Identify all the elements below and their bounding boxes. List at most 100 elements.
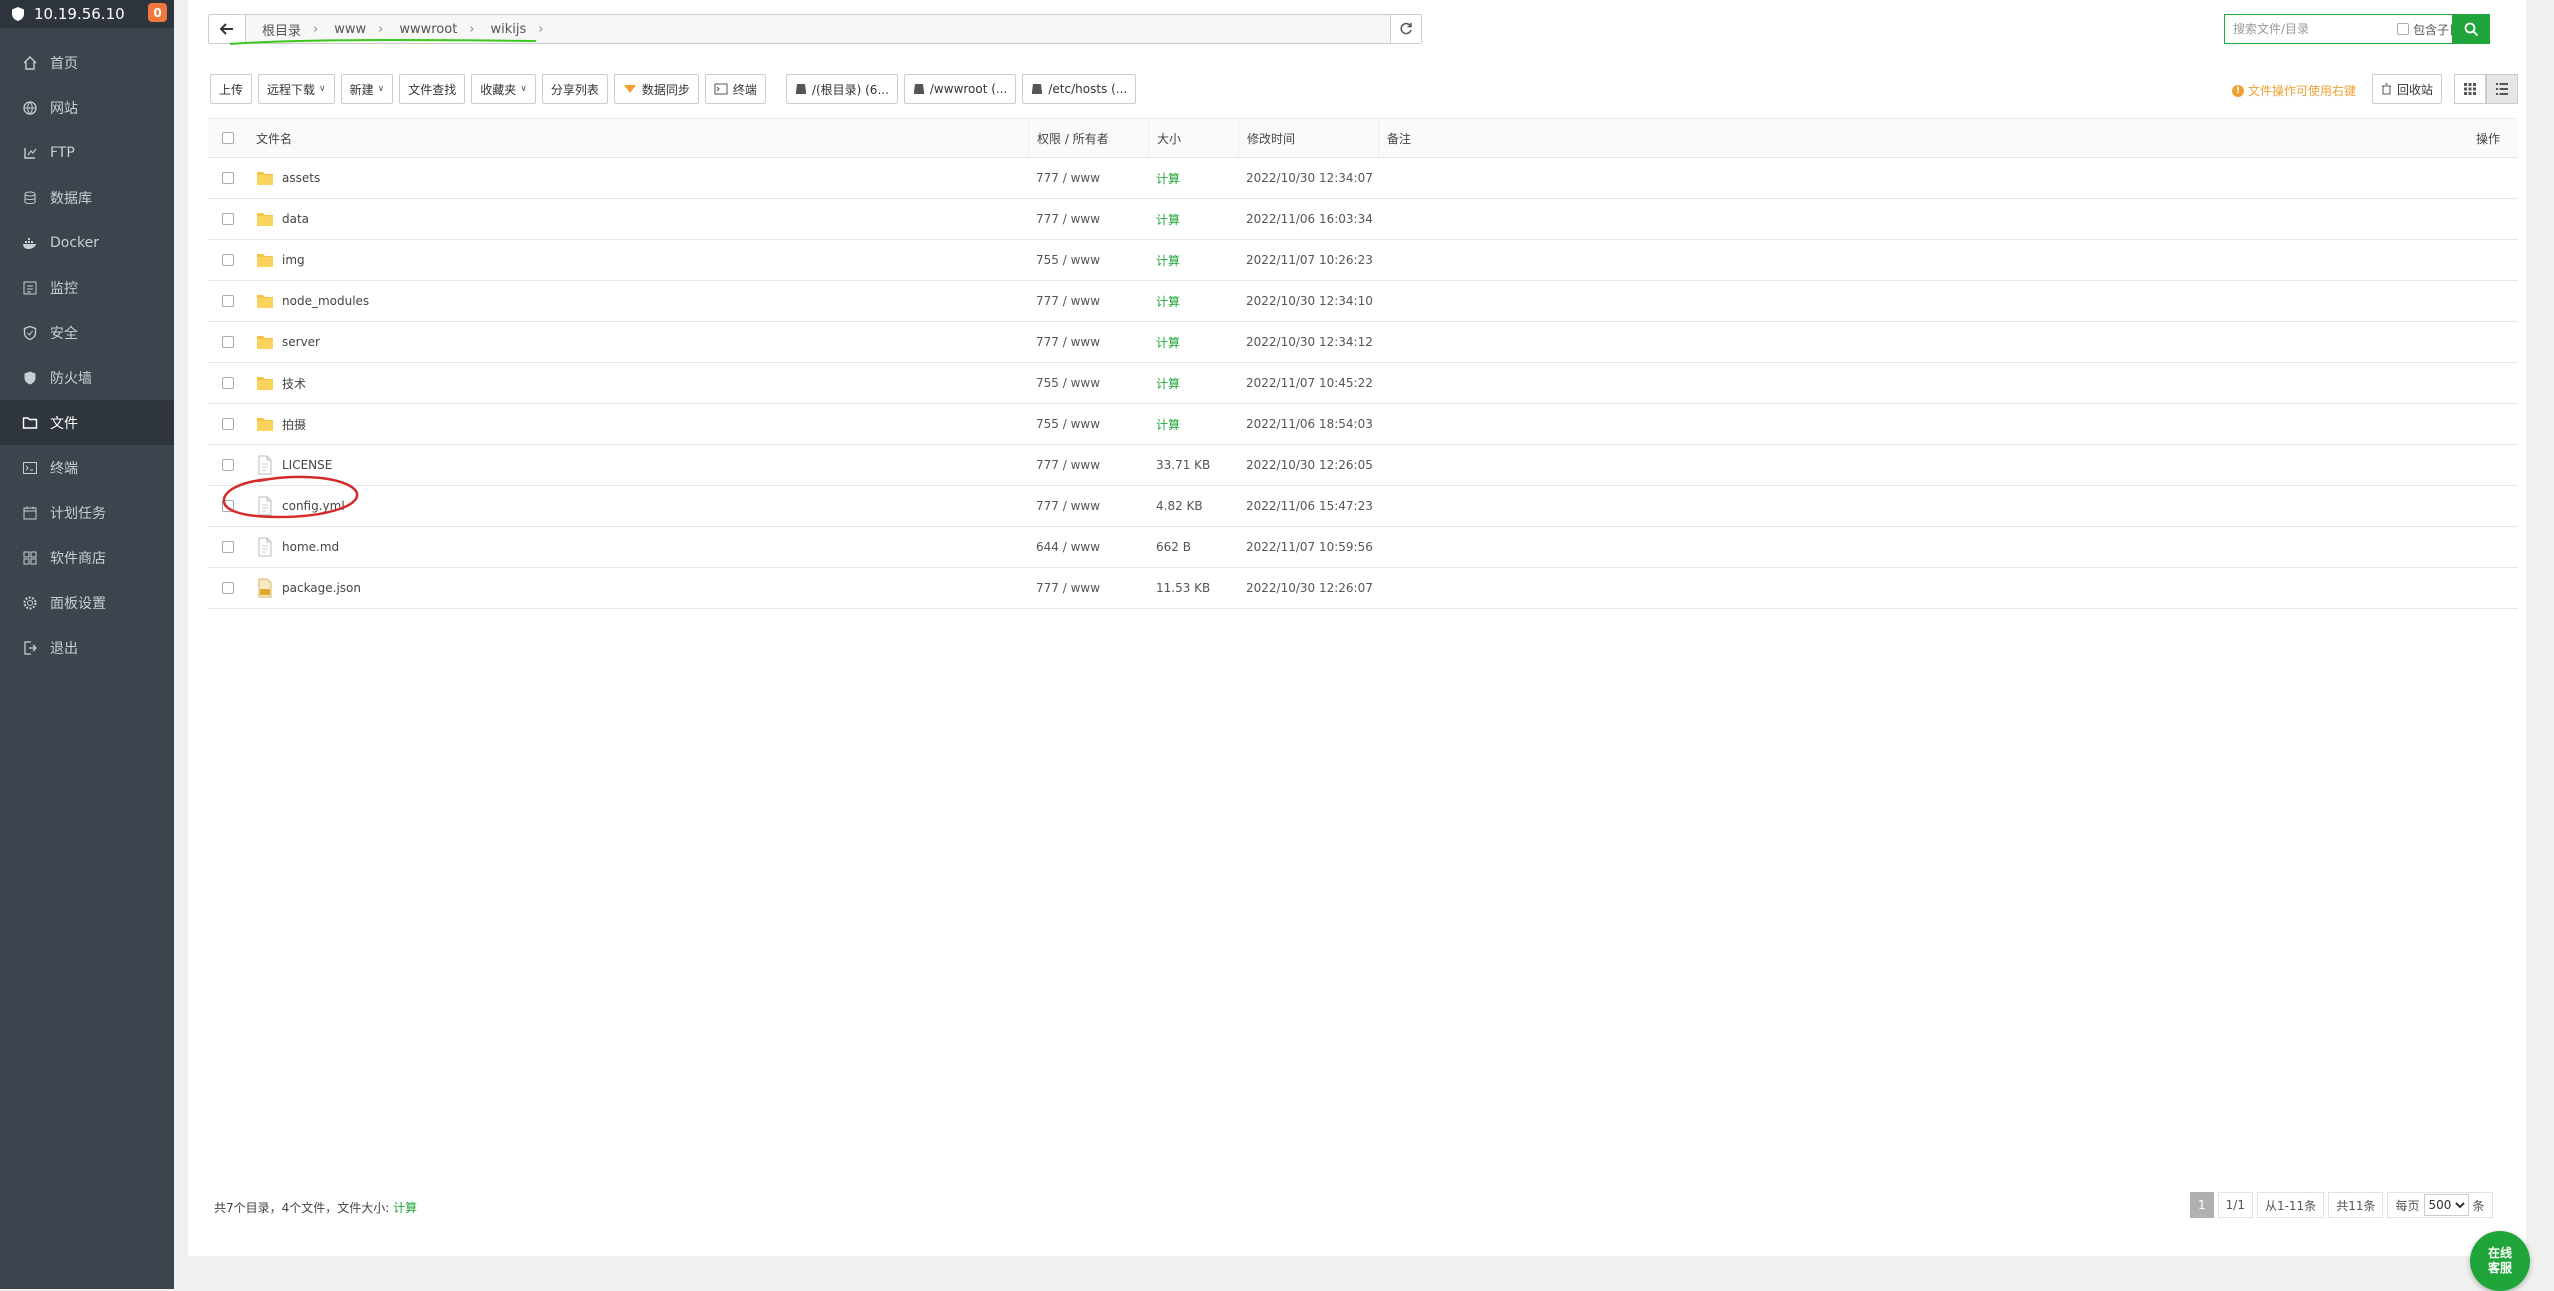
header-size[interactable]: 大小 [1148,119,1238,157]
refresh-button[interactable] [1390,15,1421,43]
file-permission[interactable]: 777 / www [1028,568,1148,608]
file-permission[interactable]: 644 / www [1028,527,1148,567]
breadcrumb-item[interactable]: wwwroot › [391,22,482,37]
header-name[interactable]: 文件名 [248,130,1028,147]
sidebar-item-5[interactable]: 监控 [0,265,174,310]
row-checkbox[interactable] [222,500,234,512]
row-checkbox[interactable] [222,254,234,266]
grid-view-button[interactable] [2454,74,2486,104]
search-button[interactable] [2452,14,2490,44]
file-name[interactable]: data [282,212,309,226]
file-size[interactable]: 计算 [1148,170,1238,187]
row-checkbox[interactable] [222,459,234,471]
summary-calc-link[interactable]: 计算 [393,1201,417,1215]
notification-badge[interactable]: 0 [148,3,167,22]
sidebar-item-7[interactable]: 防火墙 [0,355,174,400]
data-sync-button[interactable]: 数据同步 [613,74,699,104]
table-row[interactable]: LICENSE 777 / www 33.71 KB 2022/10/30 12:26… [208,445,2518,486]
page-current[interactable]: 1 [2190,1192,2214,1218]
row-checkbox[interactable] [222,295,234,307]
file-size[interactable]: 计算 [1148,252,1238,269]
file-size[interactable]: 计算 [1148,375,1238,392]
file-size[interactable]: 计算 [1148,211,1238,228]
row-checkbox[interactable] [222,172,234,184]
sidebar-item-2[interactable]: FTP [0,130,174,175]
file-name[interactable]: LICENSE [282,458,332,472]
disk-root-button[interactable]: /(根目录) (6... [785,74,898,104]
sidebar-item-11[interactable]: 软件商店 [0,535,174,580]
table-row[interactable]: config.yml 777 / www 4.82 KB 2022/11/06 15:… [208,486,2518,527]
table-row[interactable]: 拍摄 755 / www 计算 2022/11/06 18:54:03 [208,404,2518,445]
sidebar-item-6[interactable]: 安全 [0,310,174,355]
online-service-button[interactable]: 在线客服 [2470,1231,2530,1291]
per-page-select[interactable]: 500 [2423,1194,2469,1216]
disk-wwwroot-button[interactable]: /wwwroot (... [903,74,1017,104]
file-permission[interactable]: 777 / www [1028,486,1148,526]
disk-hosts-button[interactable]: /etc/hosts (... [1022,74,1137,104]
file-size[interactable]: 计算 [1148,416,1238,433]
table-row[interactable]: node_modules 777 / www 计算 2022/10/30 12:34:… [208,281,2518,322]
sidebar-item-10[interactable]: 计划任务 [0,490,174,535]
file-name[interactable]: config.yml [282,499,345,513]
breadcrumb-item[interactable]: www › [326,22,391,37]
sidebar-item-8[interactable]: 文件 [0,400,174,445]
sidebar-item-0[interactable]: 首页 [0,40,174,85]
breadcrumb-item[interactable]: wikijs › [483,22,552,37]
file-permission[interactable]: 777 / www [1028,158,1148,198]
file-permission[interactable]: 777 / www [1028,199,1148,239]
file-permission[interactable]: 777 / www [1028,445,1148,485]
table-row[interactable]: data 777 / www 计算 2022/11/06 16:03:34 [208,199,2518,240]
search-input[interactable] [2225,15,2393,43]
table-row[interactable]: 技术 755 / www 计算 2022/11/07 10:45:22 [208,363,2518,404]
file-permission[interactable]: 755 / www [1028,240,1148,280]
file-name[interactable]: home.md [282,540,339,554]
sidebar-item-12[interactable]: 面板设置 [0,580,174,625]
sidebar-item-label: 安全 [50,325,78,342]
sidebar-item-4[interactable]: Docker [0,220,174,265]
row-checkbox[interactable] [222,582,234,594]
file-name[interactable]: package.json [282,581,361,595]
file-permission[interactable]: 777 / www [1028,322,1148,362]
find-content-button[interactable]: 文件查找 [399,74,466,104]
table-row[interactable]: img 755 / www 计算 2022/11/07 10:26:23 [208,240,2518,281]
table-row[interactable]: server 777 / www 计算 2022/10/30 12:34:12 [208,322,2518,363]
file-name[interactable]: img [282,253,305,267]
file-permission[interactable]: 755 / www [1028,404,1148,444]
new-button[interactable]: 新建 ∨ [340,74,394,104]
table-row[interactable]: assets 777 / www 计算 2022/10/30 12:34:07 [208,158,2518,199]
sidebar-item-9[interactable]: 终端 [0,445,174,490]
share-list-button[interactable]: 分享列表 [541,74,608,104]
table-row[interactable]: package.json 777 / www 11.53 KB 2022/10/30 … [208,568,2518,609]
row-checkbox[interactable] [222,377,234,389]
remote-download-button[interactable]: 远程下载 ∨ [258,74,335,104]
file-name[interactable]: 拍摄 [282,416,306,433]
terminal-button[interactable]: 终端 [704,74,766,104]
row-checkbox[interactable] [222,418,234,430]
recycle-bin-button[interactable]: 回收站 [2372,74,2443,104]
sidebar-item-1[interactable]: 网站 [0,85,174,130]
file-size[interactable]: 计算 [1148,293,1238,310]
select-all-checkbox[interactable] [222,132,234,144]
header-mtime[interactable]: 修改时间 [1238,119,1378,157]
file-permission[interactable]: 755 / www [1028,363,1148,403]
list-view-button[interactable] [2486,74,2518,104]
subdir-checkbox-box[interactable] [2397,23,2409,35]
file-name[interactable]: server [282,335,320,349]
table-row[interactable]: home.md 644 / www 662 B 2022/11/07 10:59:56 [208,527,2518,568]
row-checkbox[interactable] [222,213,234,225]
upload-button[interactable]: 上传 [210,74,253,104]
header-perm[interactable]: 权限 / 所有者 [1028,119,1148,157]
row-checkbox[interactable] [222,336,234,348]
file-name[interactable]: assets [282,171,320,185]
favorites-button[interactable]: 收藏夹 ∨ [471,74,536,104]
file-name[interactable]: node_modules [282,294,369,308]
sidebar-item-3[interactable]: 数据库 [0,175,174,220]
file-mtime: 2022/11/06 15:47:23 [1246,499,1373,513]
breadcrumb-item[interactable]: 根目录 › [254,20,326,39]
file-permission[interactable]: 777 / www [1028,281,1148,321]
chevron-down-icon: ∨ [520,84,527,94]
sidebar-item-13[interactable]: 退出 [0,625,174,670]
file-name[interactable]: 技术 [282,375,306,392]
file-size[interactable]: 计算 [1148,334,1238,351]
row-checkbox[interactable] [222,541,234,553]
